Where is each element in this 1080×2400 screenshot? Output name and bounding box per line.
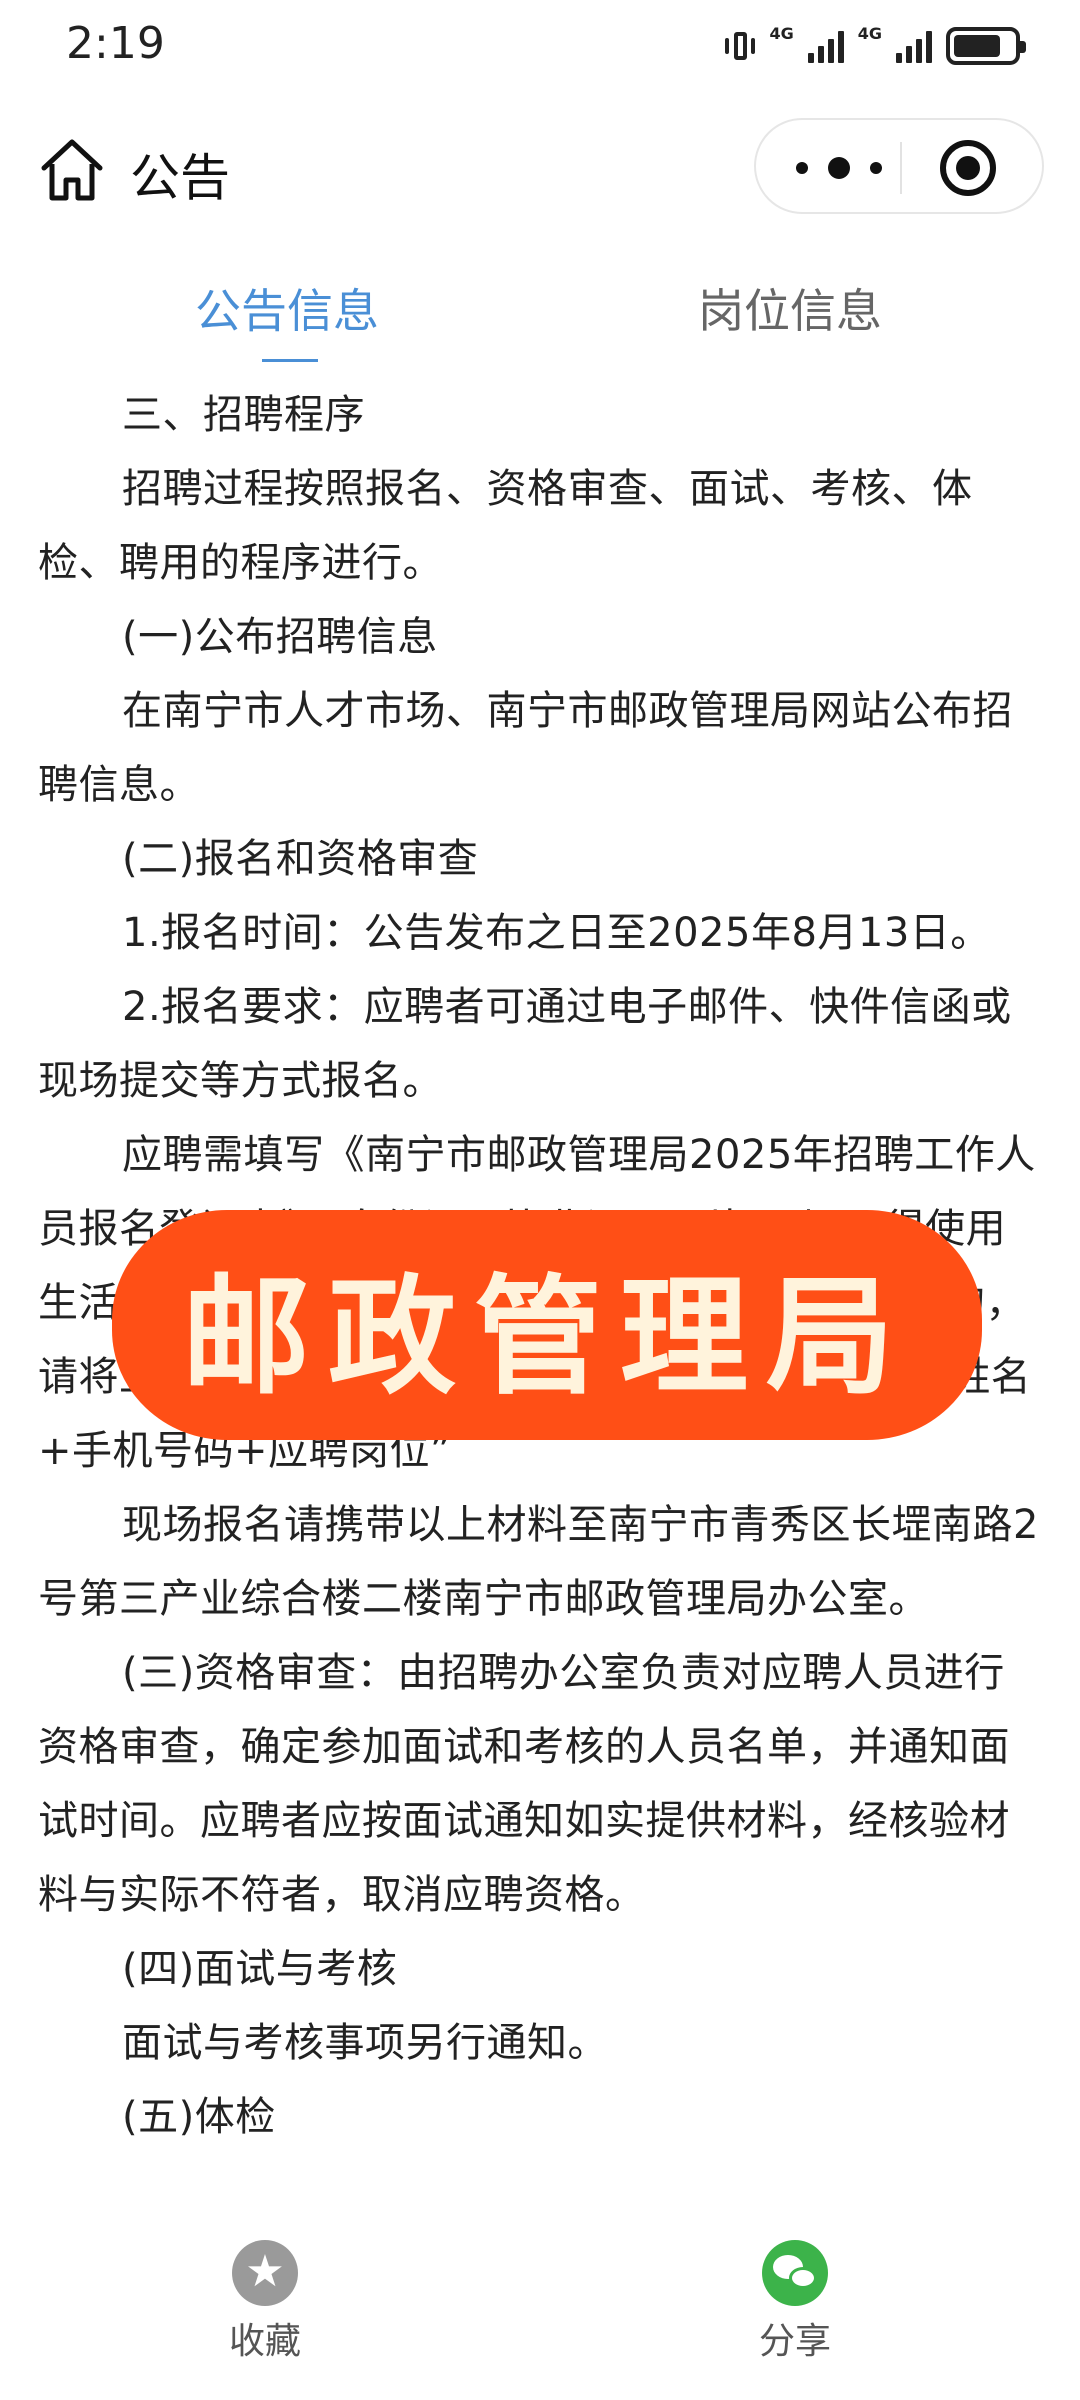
network-type-label-2: 4G (857, 24, 882, 43)
bottom-action-bar: 收藏 分享 (0, 2240, 1080, 2400)
active-tab-indicator (262, 359, 318, 362)
favorite-label: 收藏 (228, 2321, 301, 2362)
mini-program-capsule (754, 118, 1044, 214)
article-paragraph: (一)公布招聘信息 (122, 614, 438, 660)
status-time: 2:19 (66, 18, 165, 69)
wechat-icon (762, 2240, 828, 2306)
signal-strength-icon-2 (896, 29, 932, 63)
signal-strength-icon (807, 29, 844, 63)
article-paragraph: (三)资格审查：由招聘办公室负责对应聘人员进行资格审查，确定参加面试和考核的人员… (38, 1650, 1010, 1918)
status-bar: 2:19 4G 4G (0, 0, 1080, 100)
article-paragraph: 现场报名请携带以上材料至南宁市青秀区长堽南路2号第三产业综合楼二楼南宁市邮政管理… (38, 1502, 1039, 1622)
status-icons: 4G 4G (725, 24, 1026, 68)
star-icon (232, 2240, 298, 2306)
article-paragraph: (四)面试与考核 (122, 1946, 398, 1992)
article-paragraph: 三、招聘程序 (122, 392, 365, 438)
vibrate-icon (725, 29, 756, 63)
share-label: 分享 (758, 2321, 831, 2362)
article-paragraph: (五)体检 (122, 2094, 276, 2140)
article-paragraph: 1.报名时间：公告发布之日至2025年8月13日。 (122, 910, 991, 956)
capsule-divider (900, 142, 902, 194)
battery-icon (946, 27, 1026, 65)
nav-bar: 公告 (0, 118, 1080, 228)
close-mini-program-icon[interactable] (940, 140, 996, 196)
battery-level-fill (954, 35, 1001, 57)
article-paragraph: (二)报名和资格审查 (122, 836, 479, 882)
article-paragraph: 在南宁市人才市场、南宁市邮政管理局网站公布招聘信息。 (38, 688, 1013, 808)
watermark-banner: 邮政管理局 (112, 1210, 982, 1440)
share-button[interactable]: 分享 (695, 2240, 895, 2364)
network-type-label: 4G (769, 24, 794, 43)
tab-job-info[interactable]: 岗位信息 (698, 275, 882, 341)
favorite-button[interactable]: 收藏 (165, 2240, 365, 2364)
tab-bar: 公告信息 岗位信息 (0, 255, 1080, 365)
article-paragraph: 招聘过程按照报名、资格审查、面试、考核、体检、聘用的程序进行。 (38, 466, 973, 586)
more-options-icon[interactable] (796, 154, 882, 182)
tab-notice-info[interactable]: 公告信息 (195, 275, 379, 341)
article-paragraph: 面试与考核事项另行通知。 (122, 2020, 608, 2066)
home-icon[interactable] (36, 134, 108, 206)
article-paragraph: 2.报名要求：应聘者可通过电子邮件、快件信函或现场提交等方式报名。 (38, 984, 1012, 1104)
page-title: 公告 (130, 149, 230, 207)
watermark-text: 邮政管理局 (181, 1261, 912, 1412)
